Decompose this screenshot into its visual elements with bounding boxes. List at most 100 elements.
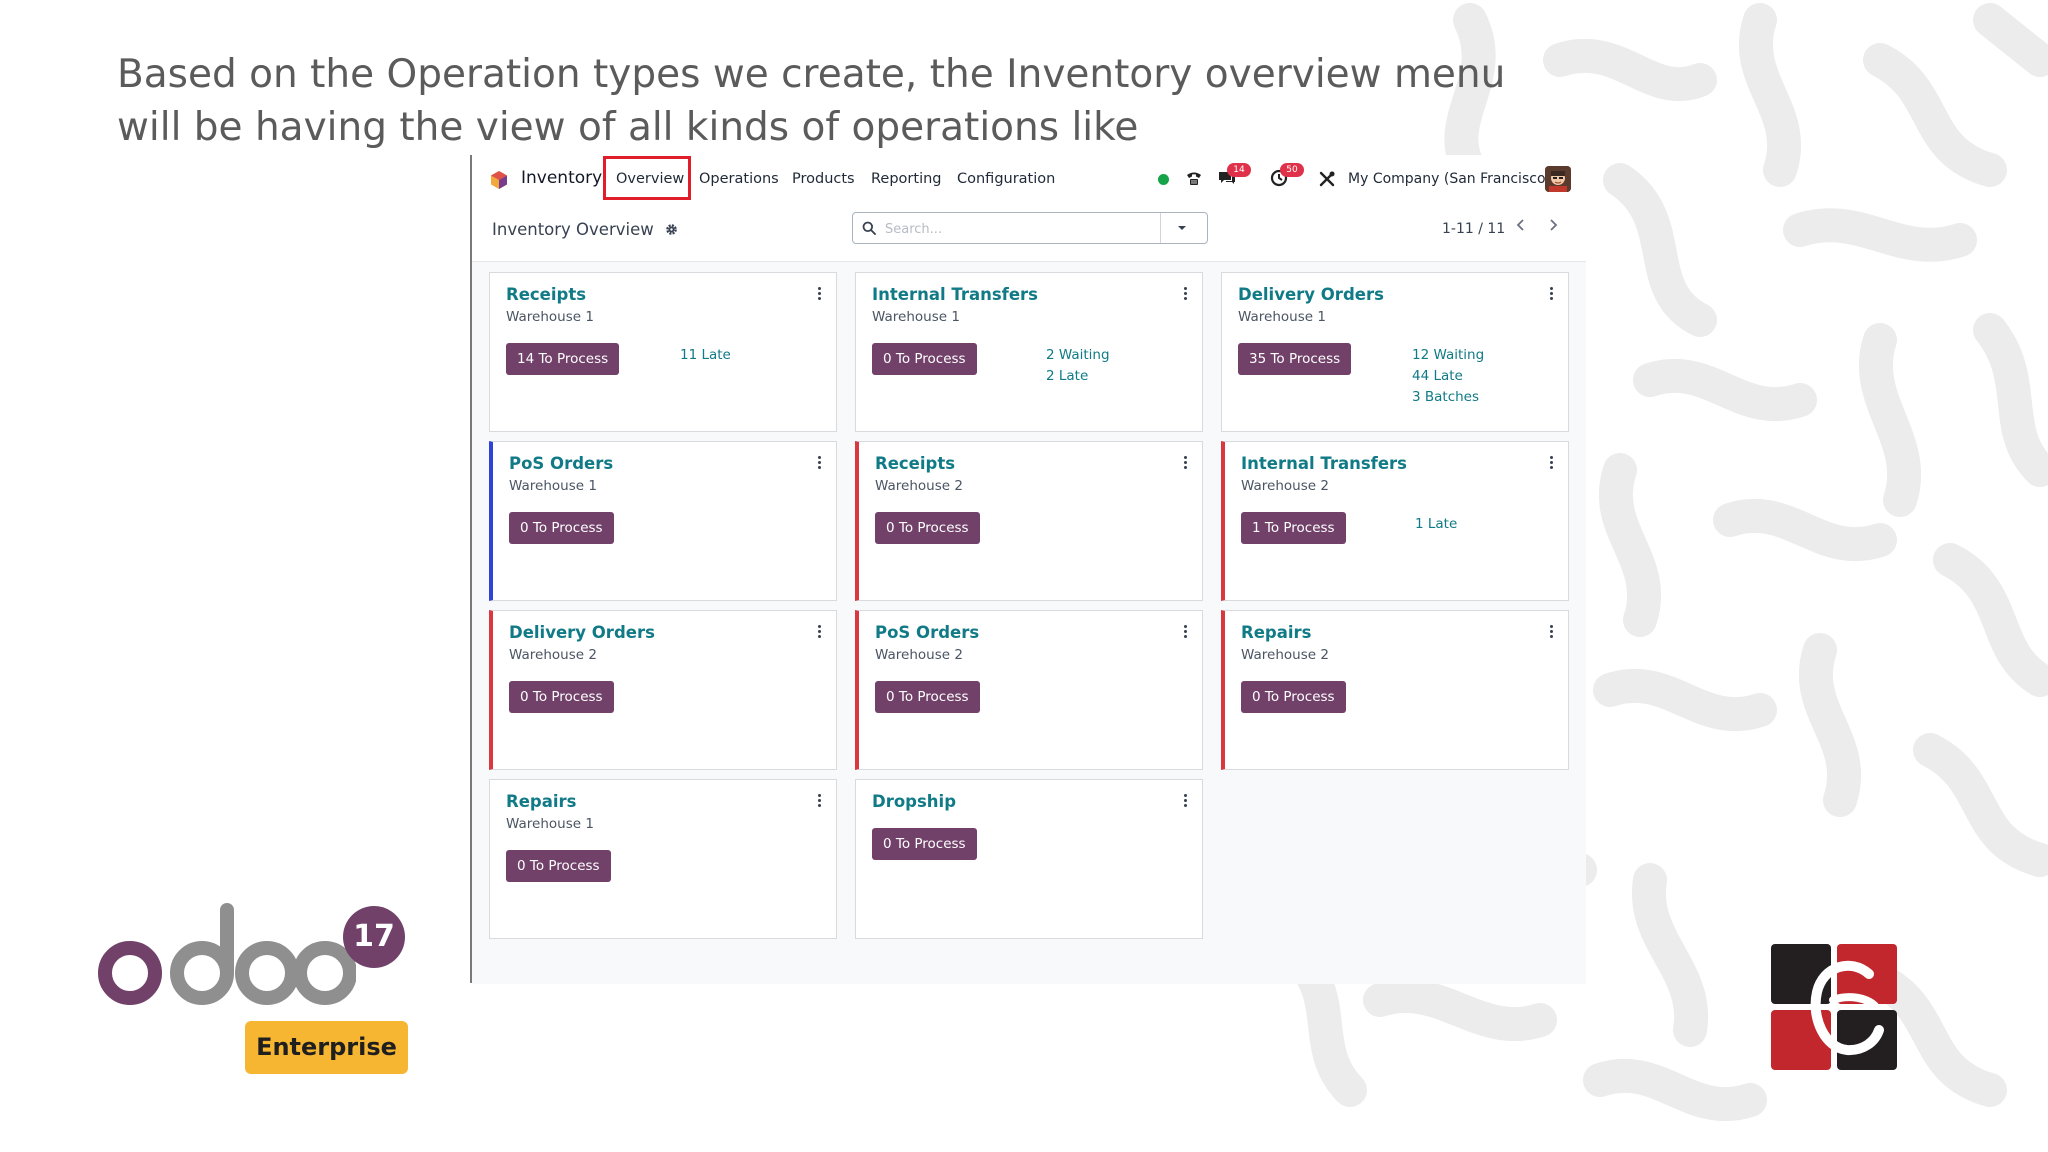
card-warehouse: Warehouse 2 (875, 478, 963, 494)
menu-products[interactable]: Products (792, 171, 855, 187)
operation-card[interactable]: Delivery Orders Warehouse 1 35 To Proces… (1221, 272, 1569, 432)
card-warehouse: Warehouse 2 (875, 647, 963, 663)
operation-card[interactable]: Internal Transfers Warehouse 1 0 To Proc… (855, 272, 1203, 432)
card-warehouse: Warehouse 2 (1241, 647, 1329, 663)
kebab-menu-icon[interactable] (818, 625, 822, 639)
version-badge: 17 (343, 906, 405, 968)
search-icon (862, 221, 876, 235)
card-title[interactable]: Receipts (506, 285, 586, 304)
to-process-button[interactable]: 0 To Process (872, 343, 977, 375)
card-title[interactable]: Internal Transfers (1241, 454, 1407, 473)
card-warehouse: Warehouse 1 (872, 309, 960, 325)
operation-card[interactable]: Internal Transfers Warehouse 2 1 To Proc… (1221, 441, 1569, 601)
menu-operations[interactable]: Operations (699, 171, 779, 187)
chevron-left-icon[interactable] (1514, 217, 1528, 233)
stat-link[interactable]: 11 Late (680, 345, 731, 366)
card-warehouse: Warehouse 1 (509, 478, 597, 494)
operation-card[interactable]: Receipts Warehouse 1 14 To Process 11 La… (489, 272, 837, 432)
user-avatar-image (1545, 166, 1571, 192)
to-process-button[interactable]: 0 To Process (875, 681, 980, 713)
to-process-button[interactable]: 0 To Process (872, 828, 977, 860)
messages-count-badge: 14 (1227, 163, 1251, 177)
operation-card[interactable]: Dropship 0 To Process (855, 779, 1203, 939)
card-warehouse: Warehouse 1 (506, 309, 594, 325)
user-avatar[interactable] (1545, 166, 1571, 192)
kebab-menu-icon[interactable] (1184, 287, 1188, 301)
to-process-button[interactable]: 0 To Process (1241, 681, 1346, 713)
kebab-menu-icon[interactable] (818, 794, 822, 808)
chevron-right-icon[interactable] (1546, 217, 1560, 233)
card-title[interactable]: PoS Orders (875, 623, 979, 642)
page-title: Inventory Overview (492, 220, 654, 239)
card-title[interactable]: Repairs (1241, 623, 1311, 642)
control-panel: Inventory Overview 1-11 / 11 (472, 203, 1586, 259)
operation-card[interactable]: PoS Orders Warehouse 2 0 To Process (855, 610, 1203, 770)
operation-card[interactable]: Repairs Warehouse 2 0 To Process (1221, 610, 1569, 770)
card-title[interactable]: Delivery Orders (1238, 285, 1384, 304)
to-process-button[interactable]: 35 To Process (1238, 343, 1352, 375)
to-process-button[interactable]: 0 To Process (509, 512, 614, 544)
top-navbar: Inventory Overview Operations Products R… (472, 155, 1586, 203)
kebab-menu-icon[interactable] (818, 456, 822, 470)
card-warehouse: Warehouse 1 (1238, 309, 1326, 325)
operation-card[interactable]: PoS Orders Warehouse 1 0 To Process (489, 441, 837, 601)
kebab-menu-icon[interactable] (1184, 456, 1188, 470)
kebab-menu-icon[interactable] (818, 287, 822, 301)
stat-link[interactable]: 12 Waiting (1412, 345, 1484, 366)
card-title[interactable]: Internal Transfers (872, 285, 1038, 304)
search-divider (1160, 213, 1161, 243)
gear-icon[interactable] (665, 223, 678, 236)
stat-link[interactable]: 2 Waiting (1046, 345, 1110, 366)
card-stats: 11 Late (680, 345, 731, 366)
operation-card[interactable]: Repairs Warehouse 1 0 To Process (489, 779, 837, 939)
odoo-logo (98, 903, 356, 1005)
inventory-app-icon[interactable] (489, 170, 509, 190)
debug-tools-icon[interactable] (1318, 169, 1336, 189)
presence-status-icon (1158, 174, 1169, 185)
card-warehouse: Warehouse 2 (1241, 478, 1329, 494)
kanban-board: Receipts Warehouse 1 14 To Process 11 La… (472, 261, 1586, 984)
card-title[interactable]: Delivery Orders (509, 623, 655, 642)
card-stats: 12 Waiting 44 Late 3 Batches (1412, 345, 1484, 408)
card-title[interactable]: Receipts (875, 454, 955, 473)
kebab-menu-icon[interactable] (1184, 625, 1188, 639)
slide-title: Based on the Operation types we create, … (117, 52, 1506, 150)
stat-link[interactable]: 44 Late (1412, 366, 1484, 387)
messages-button[interactable]: 14 (1217, 163, 1251, 189)
card-warehouse: Warehouse 1 (506, 816, 594, 832)
odoo-inventory-window: Inventory Overview Operations Products R… (470, 155, 1586, 984)
card-title[interactable]: Dropship (872, 792, 956, 811)
stat-link[interactable]: 3 Batches (1412, 387, 1484, 408)
to-process-button[interactable]: 0 To Process (875, 512, 980, 544)
operation-card[interactable]: Delivery Orders Warehouse 2 0 To Process (489, 610, 837, 770)
card-stats: 2 Waiting 2 Late (1046, 345, 1110, 387)
kebab-menu-icon[interactable] (1550, 625, 1554, 639)
pager-value[interactable]: 1-11 / 11 (1442, 221, 1505, 237)
search-input[interactable] (883, 217, 1167, 241)
to-process-button[interactable]: 14 To Process (506, 343, 620, 375)
app-name[interactable]: Inventory (521, 168, 602, 188)
stat-link[interactable]: 1 Late (1415, 514, 1457, 535)
to-process-button[interactable]: 0 To Process (506, 850, 611, 882)
card-warehouse: Warehouse 2 (509, 647, 597, 663)
menu-overview[interactable]: Overview (616, 171, 684, 187)
chevron-down-icon[interactable] (1177, 224, 1187, 232)
menu-configuration[interactable]: Configuration (957, 171, 1055, 187)
card-title[interactable]: PoS Orders (509, 454, 613, 473)
edition-badge: Enterprise (245, 1021, 408, 1074)
search-bar (852, 212, 1208, 244)
to-process-button[interactable]: 1 To Process (1241, 512, 1346, 544)
operation-card[interactable]: Receipts Warehouse 2 0 To Process (855, 441, 1203, 601)
card-title[interactable]: Repairs (506, 792, 576, 811)
kebab-menu-icon[interactable] (1550, 287, 1554, 301)
phone-icon[interactable] (1184, 169, 1204, 189)
kebab-menu-icon[interactable] (1550, 456, 1554, 470)
menu-reporting[interactable]: Reporting (871, 171, 942, 187)
kebab-menu-icon[interactable] (1184, 794, 1188, 808)
activities-button[interactable]: 50 (1270, 163, 1304, 189)
to-process-button[interactable]: 0 To Process (509, 681, 614, 713)
card-stats: 1 Late (1415, 514, 1457, 535)
stat-link[interactable]: 2 Late (1046, 366, 1110, 387)
breadcrumb: Inventory Overview (492, 220, 678, 239)
company-switcher[interactable]: My Company (San Francisco) (1348, 171, 1551, 187)
